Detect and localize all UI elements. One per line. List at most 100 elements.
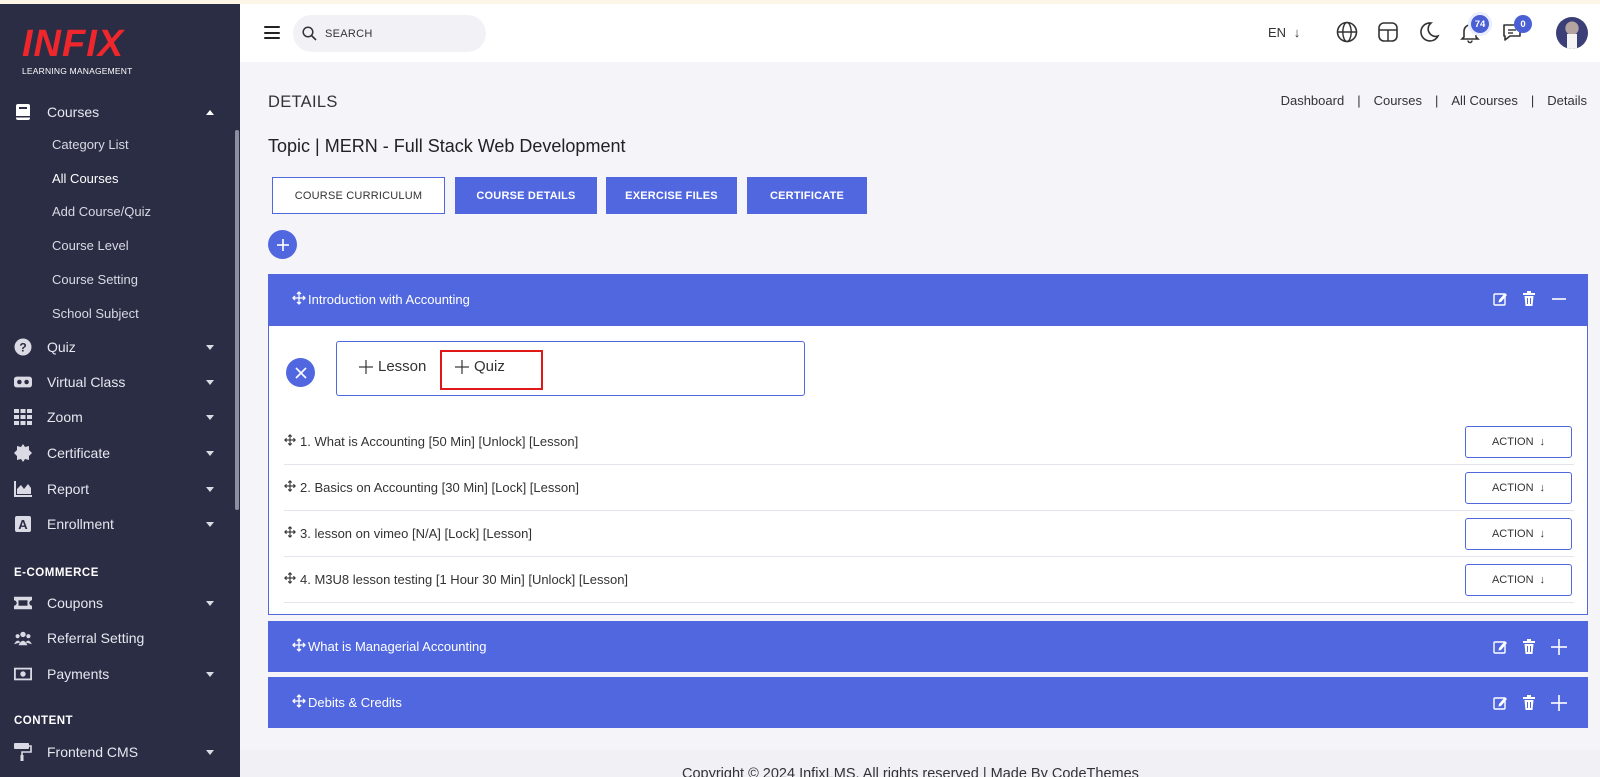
book-icon [14, 103, 32, 121]
brand-subtitle: LEARNING MANAGEMENT [22, 66, 133, 76]
search-icon [302, 26, 317, 44]
tab-exercise-files[interactable]: EXERCISE FILES [606, 177, 737, 214]
add-section-button[interactable] [268, 230, 297, 259]
breadcrumb-courses[interactable]: Courses [1374, 93, 1422, 108]
sidebar-item-quiz[interactable]: ? Quiz [0, 332, 234, 362]
action-button[interactable]: ACTION ↓ [1465, 472, 1572, 504]
edit-icon[interactable] [1492, 639, 1508, 660]
moon-icon[interactable] [1417, 20, 1441, 44]
action-button[interactable]: ACTION ↓ [1465, 426, 1572, 458]
breadcrumb-all-courses[interactable]: All Courses [1451, 93, 1517, 108]
chevron-down-icon [206, 450, 214, 456]
breadcrumb-dashboard[interactable]: Dashboard [1281, 93, 1345, 108]
edit-icon[interactable] [1492, 291, 1508, 312]
message-badge: 0 [1514, 15, 1532, 33]
chevron-up-icon [206, 109, 214, 115]
lesson-row: 2. Basics on Accounting [30 Min] [Lock] … [284, 465, 1574, 511]
arrow-down-icon: ↓ [1539, 528, 1546, 540]
arrow-down-icon: ↓ [1539, 436, 1546, 448]
edit-icon[interactable] [1492, 695, 1508, 716]
search-input[interactable]: SEARCH [293, 15, 486, 52]
action-button[interactable]: ACTION ↓ [1465, 518, 1572, 550]
sidebar-subitem-category-list[interactable]: Category List [52, 137, 129, 152]
sidebar-item-courses[interactable]: Courses [0, 97, 234, 127]
language-selector[interactable]: EN ↓ [1268, 25, 1300, 40]
close-add-menu-button[interactable] [286, 358, 315, 387]
sidebar-item-enrollment[interactable]: A Enrollment [0, 509, 234, 539]
sidebar-item-virtual-class[interactable]: Virtual Class [0, 367, 234, 397]
collapse-icon[interactable] [1550, 291, 1568, 312]
sidebar-item-coupons[interactable]: Coupons [0, 588, 234, 618]
lesson-row: 1. What is Accounting [50 Min] [Unlock] … [284, 419, 1574, 465]
breadcrumb-details: Details [1547, 93, 1587, 108]
arrow-down-icon: ↓ [1539, 574, 1546, 586]
sidebar-item-label: Quiz [47, 339, 76, 355]
sidebar-scrollbar[interactable] [235, 130, 239, 510]
move-icon[interactable] [292, 291, 306, 308]
sidebar-item-zoom[interactable]: Zoom [0, 402, 234, 432]
grid-icon [14, 408, 32, 426]
section-title-content: CONTENT [14, 715, 74, 727]
chevron-down-icon [206, 600, 214, 606]
sidebar-item-report[interactable]: Report [0, 474, 234, 504]
language-label: EN [1268, 25, 1287, 40]
sidebar-subitem-school-subject[interactable]: School Subject [52, 306, 139, 321]
trash-icon[interactable] [1522, 695, 1536, 716]
breadcrumb: Dashboard | Courses | All Courses | Deta… [1281, 93, 1587, 108]
sidebar-item-frontend-cms[interactable]: Frontend CMS [0, 737, 234, 767]
sidebar-item-label: Referral Setting [47, 630, 145, 646]
action-button[interactable]: ACTION ↓ [1465, 564, 1572, 596]
sidebar-item-certificate[interactable]: Certificate [0, 438, 234, 468]
brand-logo[interactable]: INFIX LEARNING MANAGEMENT [22, 25, 142, 78]
area-chart-icon [14, 480, 32, 498]
sidebar-item-referral-setting[interactable]: Referral Setting [0, 623, 234, 653]
globe-icon[interactable] [1335, 20, 1359, 44]
tab-course-curriculum[interactable]: COURSE CURRICULUM [272, 177, 445, 214]
move-icon[interactable] [284, 434, 296, 449]
lesson-title[interactable]: 4. M3U8 lesson testing [1 Hour 30 Min] [… [300, 572, 628, 587]
sidebar-item-label: Payments [47, 666, 110, 682]
sidebar-item-label: Zoom [47, 409, 83, 425]
lesson-title[interactable]: 2. Basics on Accounting [30 Min] [Lock] … [300, 480, 579, 495]
breadcrumb-separator: | [1435, 93, 1439, 108]
add-lesson-option[interactable]: Lesson [359, 358, 426, 375]
sidebar-item-payments[interactable]: Payments [0, 659, 234, 689]
svg-text:?: ? [19, 341, 26, 355]
sidebar-subitem-course-setting[interactable]: Course Setting [52, 272, 138, 287]
ticket-icon [14, 594, 32, 612]
sidebar-item-label: Virtual Class [47, 374, 126, 390]
section-header-managerial-accounting[interactable]: What is Managerial Accounting [268, 621, 1588, 672]
trash-icon[interactable] [1522, 639, 1536, 660]
chevron-down-icon [206, 414, 214, 420]
sidebar-subitem-course-level[interactable]: Course Level [52, 238, 129, 253]
expand-icon[interactable] [1550, 638, 1568, 661]
move-icon[interactable] [284, 572, 296, 587]
move-icon[interactable] [284, 526, 296, 541]
move-icon[interactable] [292, 638, 306, 655]
action-label: ACTION [1491, 528, 1534, 540]
sidebar-item-label: Courses [47, 104, 100, 120]
user-avatar[interactable] [1556, 17, 1588, 49]
expand-icon[interactable] [1550, 694, 1568, 717]
sidebar-subitem-add-course-quiz[interactable]: Add Course/Quiz [52, 204, 151, 219]
plus-icon [359, 359, 373, 374]
lesson-title[interactable]: 1. What is Accounting [50 Min] [Unlock] … [300, 434, 578, 449]
section-header-introduction[interactable]: Introduction with Accounting [268, 274, 1588, 325]
chevron-down-icon [206, 521, 214, 527]
tab-certificate[interactable]: CERTIFICATE [747, 177, 867, 214]
topic-title: Topic | MERN - Full Stack Web Developmen… [268, 136, 626, 156]
trash-icon[interactable] [1522, 291, 1536, 312]
move-icon[interactable] [284, 480, 296, 495]
sidebar-subitem-all-courses[interactable]: All Courses [52, 171, 118, 186]
layout-icon[interactable] [1376, 20, 1400, 44]
breadcrumb-separator: | [1357, 93, 1361, 108]
hamburger-menu-icon[interactable] [264, 26, 280, 39]
move-icon[interactable] [292, 694, 306, 711]
notification-badge: 74 [1471, 15, 1489, 33]
arrow-down-icon: ↓ [1539, 482, 1546, 494]
section-title: Introduction with Accounting [308, 292, 470, 307]
lesson-title[interactable]: 3. lesson on vimeo [N/A] [Lock] [Lesson] [300, 526, 532, 541]
tab-course-details[interactable]: COURSE DETAILS [455, 177, 597, 214]
section-header-debits-credits[interactable]: Debits & Credits [268, 677, 1588, 728]
page-title: DETAILS [268, 93, 338, 111]
